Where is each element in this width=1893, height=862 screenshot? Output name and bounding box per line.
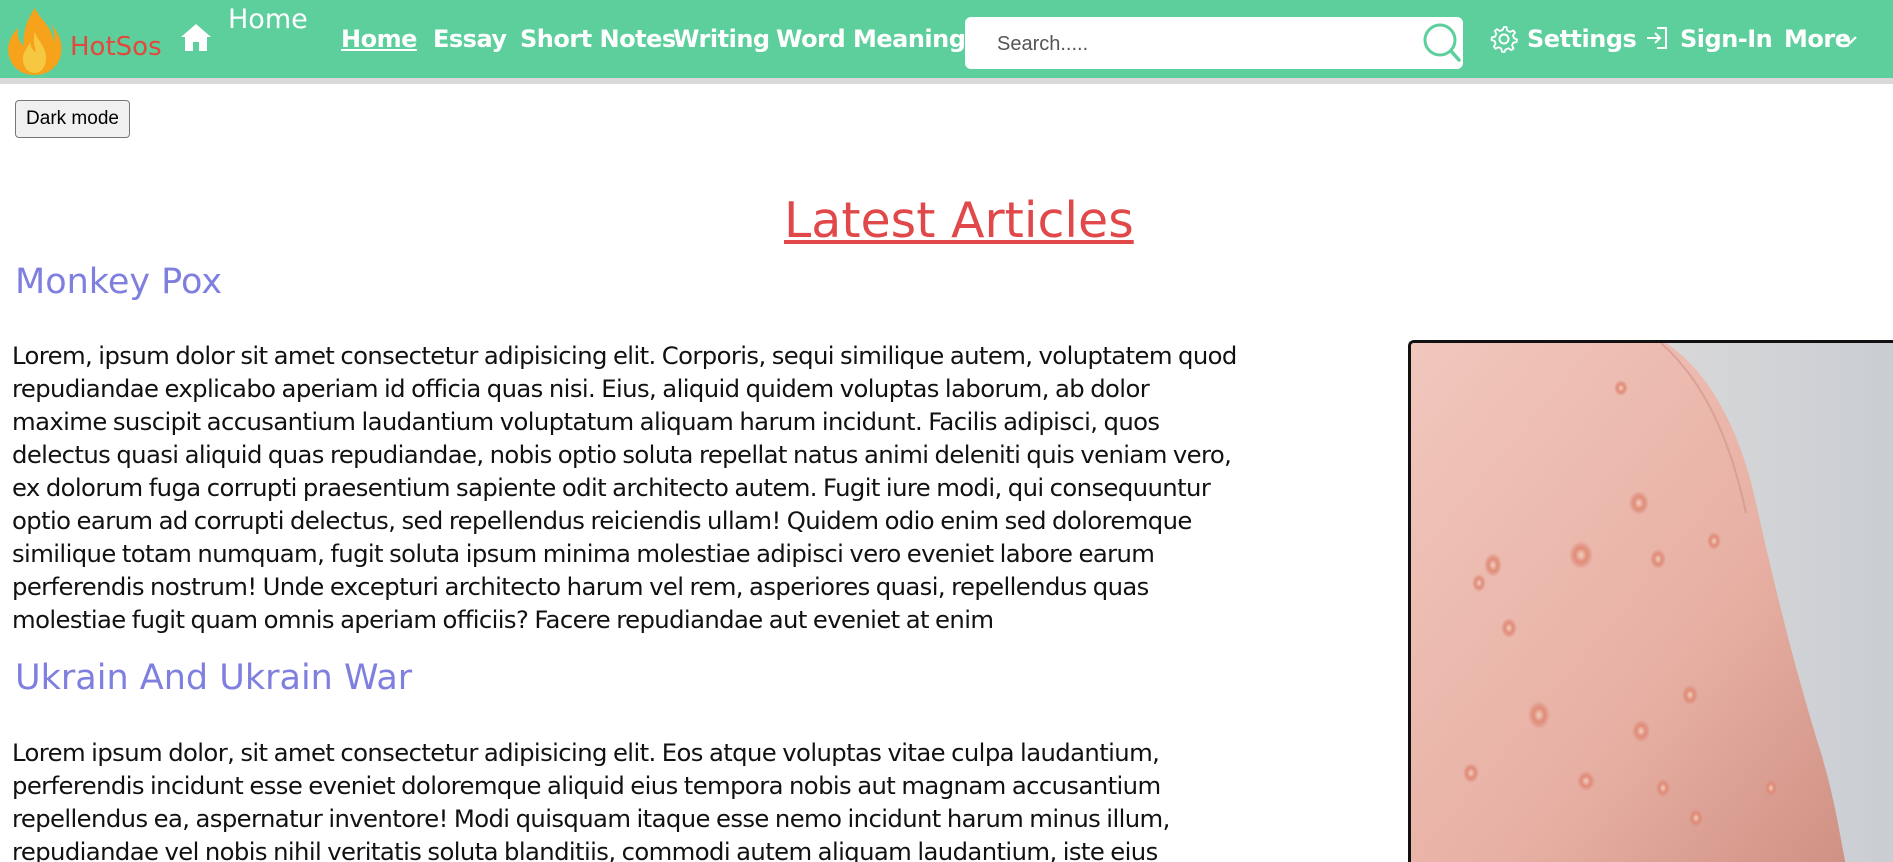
article-line: maxime suscipit accusantium laudantium v… <box>12 407 1160 436</box>
section-title: Latest Articles <box>784 192 1134 249</box>
navbar-divider <box>0 78 1893 84</box>
article-line: repudiandae vel nobis nihil veritatis so… <box>12 837 1158 862</box>
article-line: optio earum ad corrupti delectus, sed re… <box>12 506 1192 535</box>
search-input[interactable] <box>995 29 1399 59</box>
search-icon[interactable] <box>1418 20 1462 64</box>
article-title[interactable]: Monkey Pox <box>15 262 222 302</box>
more-menu[interactable]: More <box>1784 25 1851 53</box>
article-line: perferendis nostrum! Unde excepturi arch… <box>12 572 1149 601</box>
article-line: Lorem ipsum dolor, sit amet consectetur … <box>12 738 1160 767</box>
article-line: similique totam numquam, fugit soluta ip… <box>12 539 1155 568</box>
nav-writing-link[interactable]: Writing <box>673 25 770 53</box>
skin-rash-photo <box>1411 343 1893 862</box>
nav-essay-link[interactable]: Essay <box>433 25 507 53</box>
article-line: repudiandae explicabo aperiam id officia… <box>12 374 1150 403</box>
article-line: delectus quasi aliquid quas repudiandae,… <box>12 440 1232 469</box>
nav-short-notes-link[interactable]: Short Notes <box>520 25 676 53</box>
search-box <box>965 17 1463 69</box>
article-body: Lorem, ipsum dolor sit amet consectetur … <box>12 339 1382 636</box>
chevron-down-icon[interactable] <box>1842 34 1858 46</box>
article-body: Lorem ipsum dolor, sit amet consectetur … <box>12 736 1382 862</box>
top-navbar: HotSos Home Home Essay Short Notes Writi… <box>0 0 1893 78</box>
settings-link[interactable]: Settings <box>1527 25 1637 53</box>
nav-home-link[interactable]: Home <box>341 25 417 53</box>
article-image <box>1408 340 1893 862</box>
article-line: perferendis incidunt esse eveniet dolore… <box>12 771 1161 800</box>
article-line: repellendus ea, aspernatur inventore! Mo… <box>12 804 1170 833</box>
article-title[interactable]: Ukrain And Ukrain War <box>15 658 412 698</box>
sign-in-icon[interactable] <box>1644 25 1670 51</box>
gear-icon[interactable] <box>1490 25 1518 53</box>
article-line: ex dolorum fuga corrupti praesentium sap… <box>12 473 1211 502</box>
sign-in-link[interactable]: Sign-In <box>1680 25 1773 53</box>
home-label[interactable]: Home <box>228 4 308 35</box>
flame-logo-icon[interactable] <box>6 6 64 76</box>
nav-word-meaning-link[interactable]: Word Meaning <box>776 25 966 53</box>
article-line: Lorem, ipsum dolor sit amet consectetur … <box>12 341 1237 370</box>
article-line: molestiae fugit quam omnis aperiam offic… <box>12 605 994 634</box>
brand-name[interactable]: HotSos <box>70 32 162 62</box>
home-icon[interactable] <box>180 22 212 52</box>
dark-mode-button[interactable]: Dark mode <box>15 100 130 138</box>
